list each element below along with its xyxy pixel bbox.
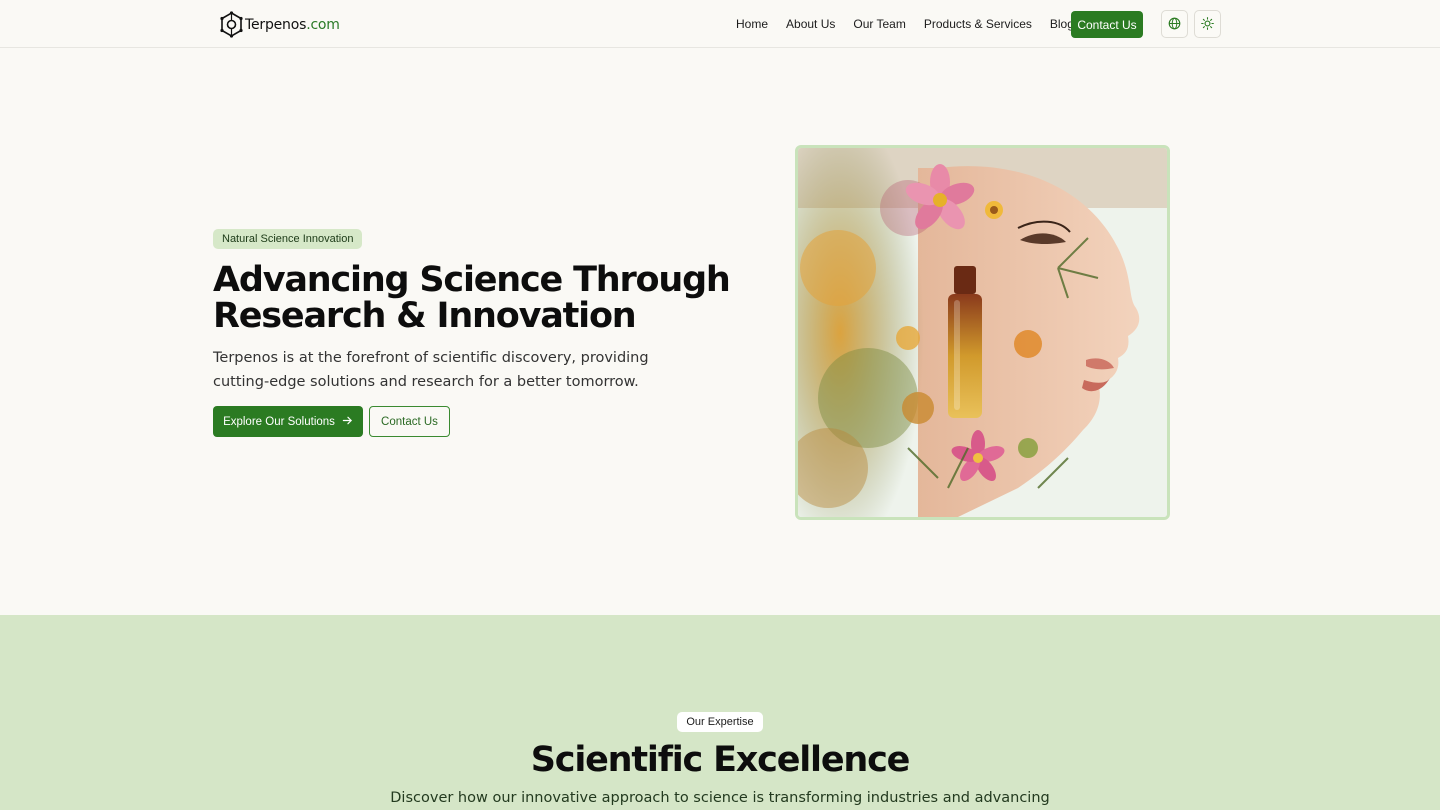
hero-subtitle: Terpenos is at the forefront of scientif… xyxy=(213,346,673,394)
globe-icon xyxy=(1168,15,1181,34)
hero-badge: Natural Science Innovation xyxy=(213,229,363,249)
logo-name: Terpenos xyxy=(245,16,307,33)
nav-our-team[interactable]: Our Team xyxy=(853,17,905,31)
expertise-badge: Our Expertise xyxy=(677,712,763,732)
theme-toggle-button[interactable] xyxy=(1194,10,1221,38)
logo-text: Terpenos.com xyxy=(245,17,340,33)
hero-title-line-2: Research & Innovation xyxy=(213,296,637,336)
language-button[interactable] xyxy=(1161,10,1188,38)
hero-title: Advancing Science Through Research & Inn… xyxy=(213,262,753,334)
sun-icon xyxy=(1201,15,1214,34)
nav-products-services[interactable]: Products & Services xyxy=(924,17,1032,31)
header-contact-button[interactable]: Contact Us xyxy=(1071,11,1143,38)
main-nav: Home About Us Our Team Products & Servic… xyxy=(736,17,1092,31)
hero-image xyxy=(795,145,1170,520)
hero-title-line-1: Advancing Science Through xyxy=(213,260,731,300)
nav-home[interactable]: Home xyxy=(736,17,768,31)
logo[interactable]: Terpenos.com xyxy=(219,11,340,38)
hexagon-molecule-icon xyxy=(219,11,244,38)
explore-solutions-button[interactable]: Explore Our Solutions xyxy=(213,406,363,437)
explore-solutions-label: Explore Our Solutions xyxy=(223,415,335,428)
expertise-title: Scientific Excellence xyxy=(530,740,911,780)
logo-tld: .com xyxy=(306,16,340,33)
hero-subtitle-line-1: Terpenos is at the forefront of scientif… xyxy=(213,350,649,366)
site-header: Terpenos.com Home About Us Our Team Prod… xyxy=(0,0,1440,48)
hero-contact-button[interactable]: Contact Us xyxy=(369,406,450,437)
expertise-section: Our Expertise Scientific Excellence Disc… xyxy=(0,615,1440,810)
expertise-subtitle: Discover how our innovative approach to … xyxy=(390,790,1050,806)
hero-subtitle-line-2: cutting-edge solutions and research for … xyxy=(213,374,639,390)
nav-about-us[interactable]: About Us xyxy=(786,17,835,31)
arrow-right-icon xyxy=(342,415,353,429)
